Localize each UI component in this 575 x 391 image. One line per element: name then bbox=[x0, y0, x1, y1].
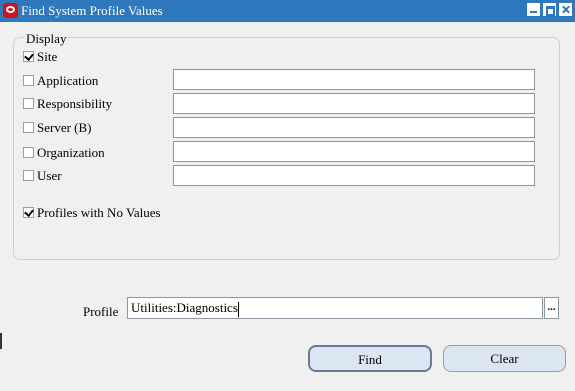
no-values-checkbox[interactable] bbox=[23, 207, 34, 218]
text-caret bbox=[237, 301, 239, 317]
site-label: Site bbox=[37, 49, 58, 64]
maximize-icon[interactable] bbox=[543, 3, 556, 16]
display-group-label: Display bbox=[24, 31, 69, 47]
server-label: Server (B) bbox=[37, 120, 92, 135]
user-label: User bbox=[37, 168, 62, 183]
server-checkbox[interactable] bbox=[23, 122, 34, 133]
responsibility-field[interactable] bbox=[173, 93, 535, 114]
list-of-values-button[interactable]: ... bbox=[544, 297, 559, 319]
profile-label: Profile bbox=[83, 304, 119, 319]
organization-checkbox[interactable] bbox=[23, 147, 34, 158]
no-values-label: Profiles with No Values bbox=[37, 205, 161, 220]
profile-input[interactable]: Utilities:Diagnostics bbox=[127, 297, 543, 319]
site-checkbox[interactable] bbox=[23, 51, 34, 62]
responsibility-label: Responsibility bbox=[37, 96, 113, 111]
title-bar: Find System Profile Values bbox=[0, 0, 575, 22]
server-field[interactable] bbox=[173, 117, 535, 138]
user-field[interactable] bbox=[173, 165, 535, 186]
application-field[interactable] bbox=[173, 69, 535, 90]
clear-button[interactable]: Clear bbox=[443, 345, 566, 372]
oracle-logo-icon bbox=[3, 3, 18, 18]
window-title: Find System Profile Values bbox=[21, 3, 163, 18]
application-label: Application bbox=[37, 73, 99, 88]
find-button[interactable]: Find bbox=[308, 345, 432, 372]
profile-input-value: Utilities:Diagnostics bbox=[131, 300, 238, 315]
minimize-icon[interactable] bbox=[527, 3, 540, 16]
user-checkbox[interactable] bbox=[23, 170, 34, 181]
organization-field[interactable] bbox=[173, 141, 535, 162]
organization-label: Organization bbox=[37, 145, 105, 160]
responsibility-checkbox[interactable] bbox=[23, 98, 34, 109]
window-edge bbox=[0, 333, 2, 349]
close-icon[interactable] bbox=[559, 3, 572, 16]
application-checkbox[interactable] bbox=[23, 75, 34, 86]
